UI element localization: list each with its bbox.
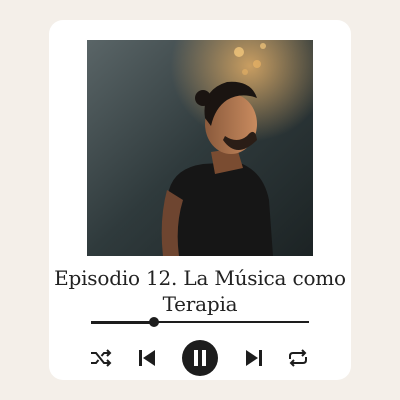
repeat-icon bbox=[289, 349, 307, 367]
pause-icon bbox=[194, 350, 206, 366]
episode-title: Episodio 12. La Música como Terapia bbox=[54, 266, 346, 316]
podcast-player-card: Episodio 12. La Música como Terapia bbox=[49, 20, 351, 380]
pause-button[interactable] bbox=[182, 340, 218, 376]
previous-button[interactable] bbox=[129, 340, 165, 376]
next-button[interactable] bbox=[236, 340, 272, 376]
shuffle-button[interactable] bbox=[83, 340, 119, 376]
progress-fill bbox=[91, 320, 155, 324]
progress-knob[interactable] bbox=[149, 317, 160, 327]
skip-next-icon bbox=[246, 350, 262, 366]
episode-cover-image bbox=[87, 40, 313, 256]
repeat-button[interactable] bbox=[280, 340, 316, 376]
shuffle-icon bbox=[91, 349, 112, 367]
playback-controls bbox=[49, 340, 351, 376]
skip-previous-icon bbox=[139, 350, 155, 366]
progress-bar[interactable] bbox=[91, 317, 309, 327]
